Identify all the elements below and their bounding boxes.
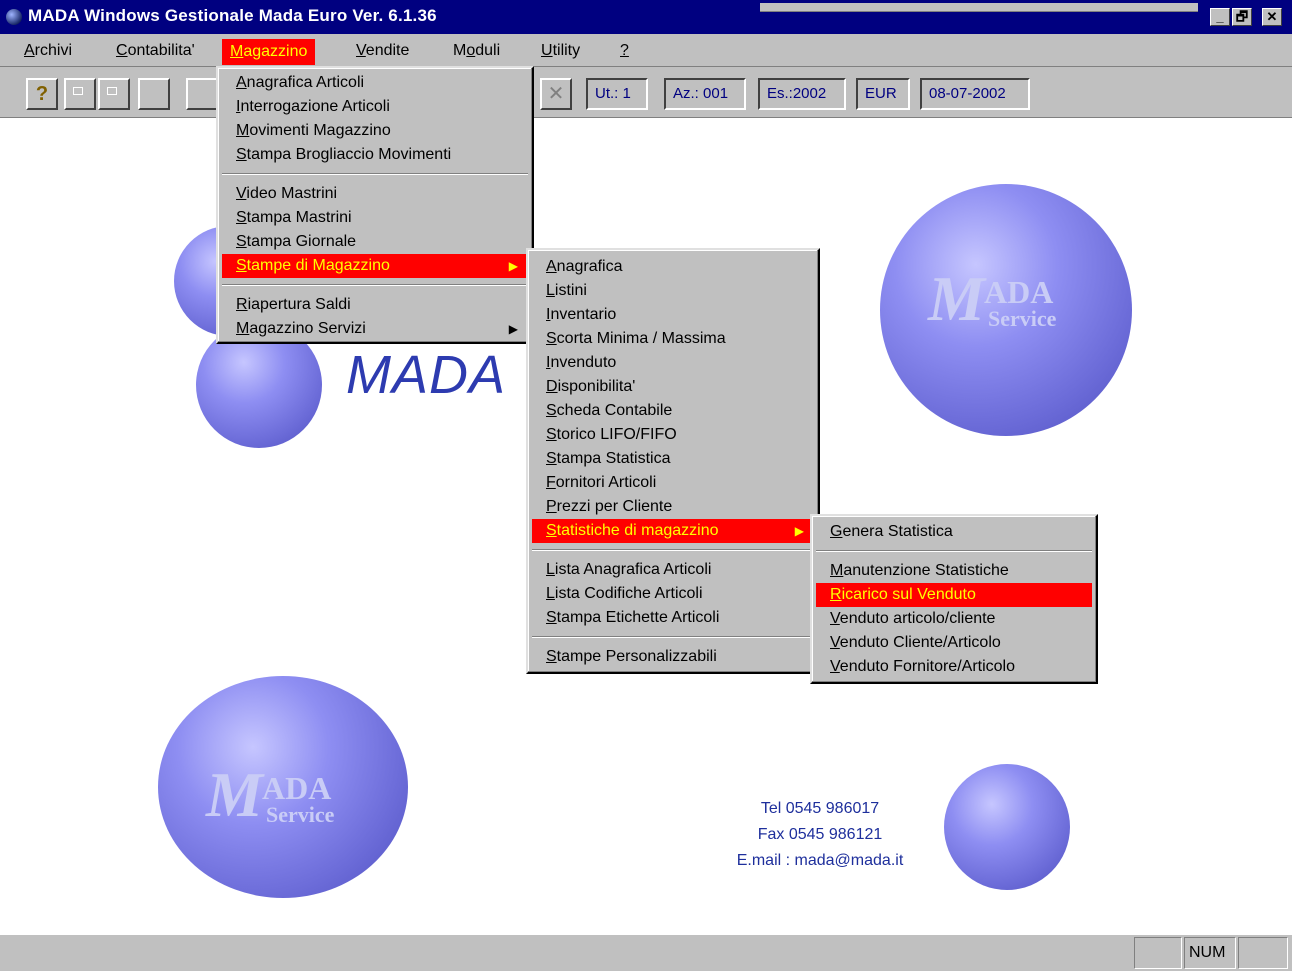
menu-contabilita[interactable]: Contabilita' [116,41,195,65]
menu-item-genera-statistica[interactable]: Genera Statistica [816,520,1092,544]
menu-item-stampa-mastrini[interactable]: Stampa Mastrini [222,206,528,230]
menu-item-invenduto[interactable]: Invenduto [532,351,814,375]
menu-item-ricarico-sul-venduto[interactable]: Ricarico sul Venduto [816,583,1092,607]
menu-item-storico-lifo-fifo[interactable]: Storico LIFO/FIFO [532,423,814,447]
submenu-arrow-icon: ▶ [508,322,518,336]
menu-separator [222,284,528,286]
title-bar-strip [760,3,1198,12]
status-pane-scroll [1238,937,1288,969]
menu-item-anagrafica-articoli[interactable]: Anagrafica Articoli [222,71,528,95]
toolbar: ? ✕ Ut.: 1 Az.: 001 Es.:2002 EUR 08-07-2… [0,67,1292,118]
title-bar: MADA Windows Gestionale Mada Euro Ver. 6… [0,0,1292,34]
submenu-arrow-icon: ▶ [508,259,518,273]
status-pane-num: NUM [1184,937,1236,969]
menu-item-stampa-giornale[interactable]: Stampa Giornale [222,230,528,254]
date-field: 08-07-2002 [920,78,1030,110]
menu-item-lista-codifiche-articoli[interactable]: Lista Codifiche Articoli [532,582,814,606]
menu-separator [816,550,1092,552]
menu-item-manutenzione-statistiche[interactable]: Manutenzione Statistiche [816,559,1092,583]
close-button[interactable]: ✕ [1262,8,1282,26]
menu-item-magazzino-servizi[interactable]: Magazzino Servizi ▶ [222,317,528,341]
menu-bar: Archivi Contabilita' Vendite Moduli Util… [0,34,1292,67]
contact-fax: Fax 0545 986121 [757,826,883,843]
menu-item-movimenti-magazzino[interactable]: Movimenti Magazzino [222,119,528,143]
help-icon: ? [35,83,49,105]
menu-item-lista-anagrafica-articoli[interactable]: Lista Anagrafica Articoli [532,558,814,582]
restore-button[interactable]: 🗗 [1232,8,1252,26]
menu-utility[interactable]: Utility [541,41,580,65]
contact-tel: Tel 0545 986017 [760,800,880,817]
menu-item-statistiche-di-magazzino[interactable]: Statistiche di magazzino ▶ [532,519,814,543]
menu-item-scheda-contabile[interactable]: Scheda Contabile [532,399,814,423]
menu-item-venduto-cliente-articolo[interactable]: Venduto Cliente/Articolo [816,631,1092,655]
menu-item-interrogazione-articoli[interactable]: Interrogazione Articoli [222,95,528,119]
menu-item-stampe-personalizzabili[interactable]: Stampe Personalizzabili [532,645,814,669]
minimize-button[interactable]: _ [1210,8,1230,26]
menu-help[interactable]: ? [620,41,629,65]
tool-button-2[interactable] [98,78,130,110]
sphere-decoration [944,764,1070,890]
help-tool-button[interactable]: ? [26,78,58,110]
app-icon[interactable] [6,9,22,25]
currency-field: EUR [856,78,910,110]
company-field: Az.: 001 [664,78,746,110]
menu-item-venduto-fornitore-articolo[interactable]: Venduto Fornitore/Articolo [816,655,1092,679]
contact-email: E.mail : mada@mada.it [736,852,904,869]
menu-item-stampa-brogliaccio[interactable]: Stampa Brogliaccio Movimenti [222,143,528,167]
menu-item-prezzi-per-cliente[interactable]: Prezzi per Cliente [532,495,814,519]
status-bar: NUM [0,934,1292,971]
magazzino-menu: Anagrafica Articoli Interrogazione Artic… [216,66,534,344]
menu-item-disponibilita[interactable]: Disponibilita' [532,375,814,399]
tool-button-1[interactable] [64,78,96,110]
contact-info: Tel 0545 986017 Fax 0545 986121 E.mail :… [700,796,940,874]
menu-item-stampa-etichette-articoli[interactable]: Stampa Etichette Articoli [532,606,814,630]
user-field: Ut.: 1 [586,78,648,110]
window-icon [73,87,83,95]
submenu-arrow-icon: ▶ [794,524,804,538]
year-field: Es.:2002 [758,78,846,110]
menu-item-video-mastrini[interactable]: Video Mastrini [222,182,528,206]
menu-item-anagrafica[interactable]: Anagrafica [532,255,814,279]
menu-item-inventario[interactable]: Inventario [532,303,814,327]
menu-item-scorta-minima-massima[interactable]: Scorta Minima / Massima [532,327,814,351]
statistiche-di-magazzino-submenu: Genera Statistica Manutenzione Statistic… [810,514,1098,684]
tool-button-4[interactable] [186,78,218,110]
menu-vendite[interactable]: Vendite [356,41,409,65]
menu-separator [532,549,814,551]
menu-magazzino[interactable]: Magazzino [222,39,316,65]
menu-item-stampe-di-magazzino[interactable]: Stampe di Magazzino ▶ [222,254,528,278]
menu-item-fornitori-articoli[interactable]: Fornitori Articoli [532,471,814,495]
tool-button-3[interactable] [138,78,170,110]
window-icon [107,87,117,95]
menu-separator [532,636,814,638]
window-title: MADA Windows Gestionale Mada Euro Ver. 6… [28,6,437,25]
menu-separator [222,173,528,175]
menu-archivi[interactable]: Archivi [24,41,72,65]
stampe-di-magazzino-submenu: Anagrafica Listini Inventario Scorta Min… [526,248,820,674]
menu-item-listini[interactable]: Listini [532,279,814,303]
x-icon: ✕ [547,83,565,105]
tool-button-close[interactable]: ✕ [540,78,572,110]
mada-logo: MADA [346,345,507,405]
status-pane-caps [1134,937,1182,969]
menu-item-riapertura-saldi[interactable]: Riapertura Saldi [222,293,528,317]
menu-moduli[interactable]: Moduli [453,41,500,65]
menu-item-stampa-statistica[interactable]: Stampa Statistica [532,447,814,471]
menu-item-venduto-articolo-cliente[interactable]: Venduto articolo/cliente [816,607,1092,631]
